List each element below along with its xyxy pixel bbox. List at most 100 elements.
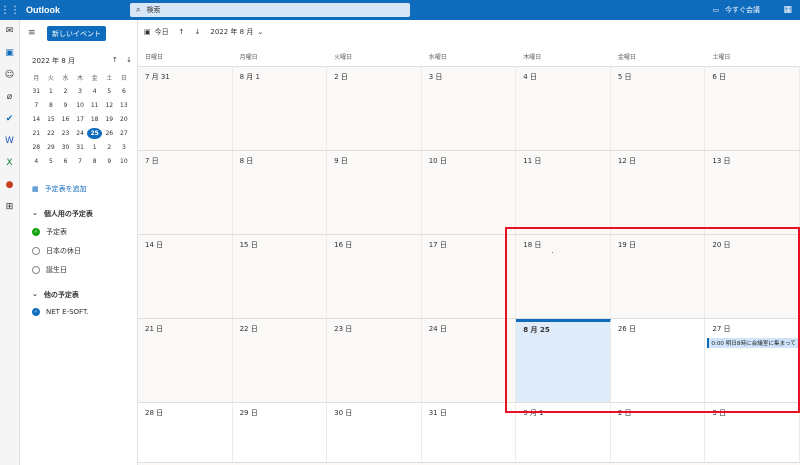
- day-cell[interactable]: 17 日: [421, 235, 517, 318]
- mini-day[interactable]: 2: [58, 86, 73, 97]
- day-cell[interactable]: 3 日: [705, 403, 800, 462]
- mini-day[interactable]: 27: [117, 128, 132, 139]
- day-cell[interactable]: 29 日: [232, 403, 328, 462]
- day-cell[interactable]: 2 日: [327, 67, 422, 150]
- mini-day[interactable]: 22: [44, 128, 59, 139]
- day-cell[interactable]: 13 日: [705, 151, 800, 234]
- mini-calendar-title[interactable]: 2022 年 8 月: [32, 56, 75, 66]
- mini-day[interactable]: 5: [102, 86, 117, 97]
- mini-day[interactable]: 6: [117, 86, 132, 97]
- day-cell[interactable]: 16 日: [327, 235, 422, 318]
- mini-day[interactable]: 1: [44, 86, 59, 97]
- mini-day[interactable]: 11: [87, 100, 102, 111]
- arrow-up-icon[interactable]: ↑: [112, 56, 118, 64]
- mini-day[interactable]: 9: [58, 100, 73, 111]
- mini-day[interactable]: 25: [87, 128, 102, 139]
- day-cell[interactable]: 9 月 1: [516, 403, 611, 462]
- other-calendars-section[interactable]: ⌄ 他の予定表: [32, 290, 79, 300]
- mini-day[interactable]: 13: [117, 100, 132, 111]
- day-cell[interactable]: 4 日: [516, 67, 611, 150]
- day-cell[interactable]: 14 日: [138, 235, 233, 318]
- day-cell[interactable]: 8 月 1: [232, 67, 328, 150]
- mini-day[interactable]: 12: [102, 100, 117, 111]
- mini-day[interactable]: 19: [102, 114, 117, 125]
- day-cell[interactable]: 23 日: [327, 319, 422, 402]
- day-cell[interactable]: 11 日: [516, 151, 611, 234]
- mini-day[interactable]: 8: [87, 156, 102, 167]
- calendar-item-net-esoft[interactable]: ✓ NET E-SOFT.: [32, 308, 89, 316]
- day-cell[interactable]: 12 日: [610, 151, 706, 234]
- app-title[interactable]: Outlook: [26, 5, 60, 15]
- arrow-up-icon[interactable]: ↑: [179, 28, 185, 36]
- mini-day[interactable]: 10: [73, 100, 88, 111]
- mini-day[interactable]: 30: [58, 142, 73, 153]
- mini-day[interactable]: 10: [117, 156, 132, 167]
- arrow-down-icon[interactable]: ↓: [195, 28, 201, 36]
- day-cell[interactable]: 9 日: [327, 151, 422, 234]
- mini-day[interactable]: 2: [102, 142, 117, 153]
- people-icon[interactable]: ☺: [0, 64, 19, 86]
- mini-day[interactable]: 23: [58, 128, 73, 139]
- month-picker[interactable]: 2022 年 8 月 ⌄: [210, 27, 263, 37]
- mini-day[interactable]: 16: [58, 114, 73, 125]
- day-cell[interactable]: 27 日 0:00 明日8時に会議室に集まって: [705, 319, 800, 402]
- mini-day[interactable]: 4: [29, 156, 44, 167]
- mini-day[interactable]: 29: [44, 142, 59, 153]
- mini-day[interactable]: 26: [102, 128, 117, 139]
- add-calendar-link[interactable]: ▦ 予定表を追加: [32, 184, 87, 194]
- mini-day[interactable]: 1: [87, 142, 102, 153]
- mini-day[interactable]: 6: [58, 156, 73, 167]
- day-cell[interactable]: 5 日: [610, 67, 706, 150]
- day-cell[interactable]: 28 日: [138, 403, 233, 462]
- attach-icon[interactable]: ⌀: [0, 86, 19, 108]
- mini-day[interactable]: 8: [44, 100, 59, 111]
- day-cell[interactable]: 22 日: [232, 319, 328, 402]
- mini-day[interactable]: 3: [117, 142, 132, 153]
- calendar-item-birthdays[interactable]: 誕生日: [32, 265, 67, 275]
- mini-day[interactable]: 9: [102, 156, 117, 167]
- mini-day[interactable]: 15: [44, 114, 59, 125]
- calendar-item-default[interactable]: ✓ 予定表: [32, 227, 67, 237]
- excel-icon[interactable]: X: [0, 152, 19, 174]
- mini-day[interactable]: 18: [87, 114, 102, 125]
- calendar-event[interactable]: 0:00 明日8時に会議室に集まって: [707, 338, 798, 348]
- calendar-icon[interactable]: ▣: [0, 42, 19, 64]
- new-event-button[interactable]: 新しいイベント: [47, 26, 106, 41]
- mini-day[interactable]: 31: [29, 86, 44, 97]
- apps-icon[interactable]: ⊞: [0, 196, 19, 218]
- word-icon[interactable]: W: [0, 130, 19, 152]
- mini-day[interactable]: 7: [29, 100, 44, 111]
- day-cell[interactable]: 6 日: [705, 67, 800, 150]
- mini-day[interactable]: 5: [44, 156, 59, 167]
- day-cell[interactable]: 20 日: [705, 235, 800, 318]
- menu-icon[interactable]: ≡: [28, 28, 36, 38]
- mini-day[interactable]: 20: [117, 114, 132, 125]
- mini-day[interactable]: 7: [73, 156, 88, 167]
- day-cell[interactable]: 8 日: [232, 151, 328, 234]
- search-box[interactable]: ⌕ 検索: [130, 3, 410, 17]
- day-cell[interactable]: 2 日: [610, 403, 706, 462]
- mini-day[interactable]: 17: [73, 114, 88, 125]
- day-cell[interactable]: 21 日: [138, 319, 233, 402]
- mini-day[interactable]: 4: [87, 86, 102, 97]
- day-cell[interactable]: 18 日.: [516, 235, 611, 318]
- day-cell[interactable]: 7 日: [138, 151, 233, 234]
- day-cell[interactable]: 24 日: [421, 319, 517, 402]
- mini-day[interactable]: 3: [73, 86, 88, 97]
- app-launcher-icon[interactable]: ⋮⋮: [0, 0, 20, 20]
- calendar-item-holidays[interactable]: 日本の休日: [32, 246, 81, 256]
- day-cell[interactable]: 15 日: [232, 235, 328, 318]
- day-cell[interactable]: 7 月 31: [138, 67, 233, 150]
- todo-icon[interactable]: ✔: [0, 108, 19, 130]
- mail-icon[interactable]: ✉: [0, 20, 19, 42]
- powerpoint-icon[interactable]: ●: [0, 174, 19, 196]
- arrow-down-icon[interactable]: ↓: [126, 56, 132, 64]
- day-cell[interactable]: 10 日: [421, 151, 517, 234]
- day-cell[interactable]: 30 日: [327, 403, 422, 462]
- mini-day[interactable]: 21: [29, 128, 44, 139]
- meet-now-button[interactable]: ▭ 今すぐ会議: [712, 0, 760, 20]
- day-cell[interactable]: 19 日: [610, 235, 706, 318]
- day-cell[interactable]: 31 日: [421, 403, 517, 462]
- mini-day[interactable]: 28: [29, 142, 44, 153]
- grid-icon[interactable]: ▦: [783, 0, 792, 20]
